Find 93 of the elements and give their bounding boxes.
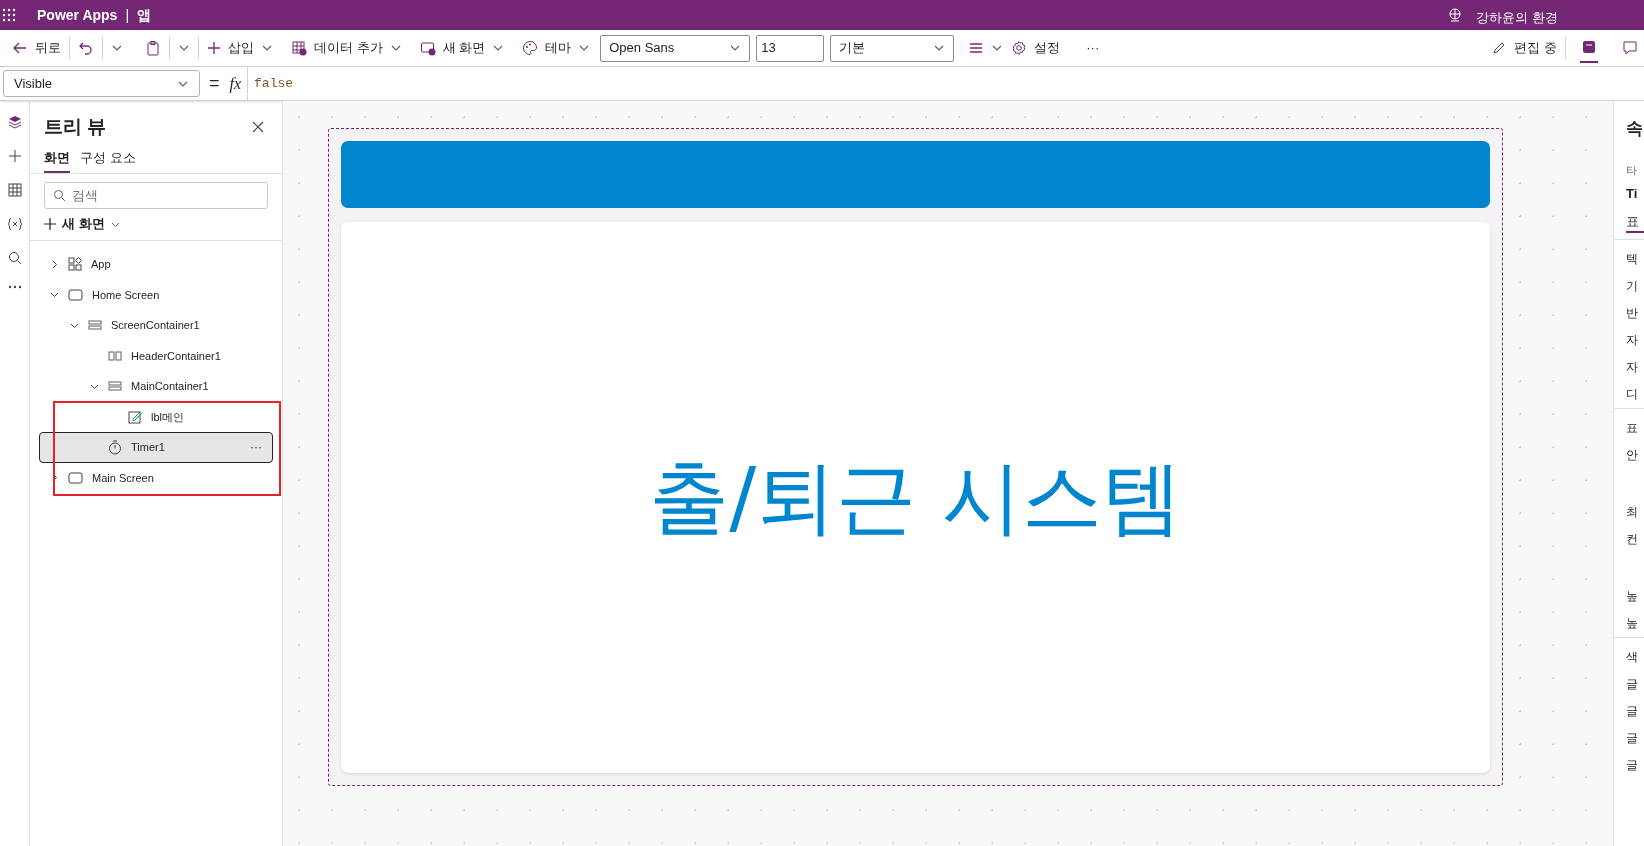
theme-button[interactable]: 테마 xyxy=(518,34,595,62)
property-label: 글 xyxy=(1626,676,1639,692)
globe-icon xyxy=(1448,8,1463,22)
panel-tab[interactable]: 화면 xyxy=(44,147,70,173)
palette-icon xyxy=(522,40,539,56)
tree-item[interactable]: lbl메인 xyxy=(39,401,273,432)
fx-label: fx xyxy=(229,73,242,95)
table-icon[interactable] xyxy=(7,183,22,197)
property-label: 색 xyxy=(1626,649,1639,665)
environment-name[interactable]: 강하윤의 환경 xyxy=(1476,8,1558,28)
item-label: ScreenContainer1 xyxy=(111,318,201,333)
plus-icon xyxy=(207,41,221,55)
property-label: 안 xyxy=(1626,447,1639,463)
back-arrow-icon xyxy=(12,40,28,56)
product-name: Power Apps xyxy=(37,5,118,25)
plus-icon[interactable] xyxy=(7,149,22,163)
more-icon[interactable] xyxy=(7,285,22,289)
app-name: 앱 xyxy=(137,5,152,25)
property-label: 기 xyxy=(1626,278,1639,294)
screen-icon xyxy=(68,288,83,301)
tree-item[interactable]: App xyxy=(39,249,273,280)
vertical-container-icon xyxy=(88,320,102,331)
new-screen-button[interactable]: 새 화면 xyxy=(44,213,268,235)
plus-icon xyxy=(44,218,56,230)
edit-label-icon xyxy=(128,409,142,424)
property-label: 자 xyxy=(1626,332,1639,348)
item-label: App xyxy=(91,257,112,272)
settings-button[interactable]: 설정 xyxy=(1007,34,1065,62)
undo-icon xyxy=(78,40,94,56)
table-icon xyxy=(291,40,307,56)
title-separator: | xyxy=(125,5,130,25)
item-label: HeaderContainer1 xyxy=(131,348,222,364)
item-label: Home Screen xyxy=(92,287,161,303)
properties-tab[interactable]: 표 xyxy=(1626,211,1644,233)
new-screen-icon xyxy=(419,40,436,56)
property-label: 컨 xyxy=(1626,531,1639,547)
property-label: 최 xyxy=(1626,504,1639,520)
property-label: 반 xyxy=(1626,305,1639,321)
tree-item[interactable]: Main Screen xyxy=(39,462,273,493)
type-label: 타 xyxy=(1626,162,1638,178)
clipboard-icon xyxy=(145,40,161,56)
item-label: MainContainer1 xyxy=(131,379,210,394)
back-button[interactable]: 뒤로 xyxy=(8,34,65,62)
panel-tab[interactable]: 구성 요소 xyxy=(80,147,136,173)
property-label: 높 xyxy=(1626,588,1639,604)
font-size-field[interactable]: 13 xyxy=(756,34,825,62)
edit-mode-button[interactable]: 편집 중 xyxy=(1487,34,1561,62)
panel-title: 속 xyxy=(1626,118,1644,140)
tree-item[interactable]: HeaderContainer1 xyxy=(39,340,273,371)
property-label: 표 xyxy=(1626,420,1639,436)
align-lines-icon xyxy=(968,40,985,56)
horizontal-container-icon xyxy=(108,350,122,361)
comment-icon[interactable] xyxy=(1622,40,1638,56)
search-icon xyxy=(53,189,66,202)
font-dropdown[interactable]: Open Sans xyxy=(600,34,751,62)
tree-item[interactable]: Home Screen xyxy=(39,279,273,310)
close-icon[interactable] xyxy=(252,121,264,134)
property-label: 텍 xyxy=(1626,251,1639,267)
insert-button[interactable]: 삽입 xyxy=(203,34,277,62)
property-label: 글 xyxy=(1626,730,1639,746)
main-title-label: 출/퇴근 시스템 xyxy=(649,449,1182,546)
app-icon xyxy=(68,257,82,272)
property-label: 높 xyxy=(1626,615,1639,631)
equals-sign: = xyxy=(209,72,220,95)
property-label: 자 xyxy=(1626,359,1639,375)
notebook-icon xyxy=(1582,40,1596,54)
type-value: Ti xyxy=(1626,185,1639,203)
add-data-button[interactable]: 데이터 추가 xyxy=(287,34,406,62)
font-weight-dropdown[interactable]: 기본 xyxy=(830,34,955,62)
item-label: Timer1 xyxy=(131,440,166,455)
screen-icon xyxy=(68,471,83,484)
panel-title: 트리 뷰 xyxy=(44,115,107,139)
item-label: lbl메인 xyxy=(151,409,185,425)
tree-item[interactable]: ScreenContainer1 xyxy=(39,310,273,341)
vertical-container-icon xyxy=(108,381,122,392)
property-label: 디 xyxy=(1626,386,1639,402)
property-label: 글 xyxy=(1626,703,1639,719)
layers-icon[interactable] xyxy=(7,115,22,129)
tree-item[interactable]: Timer1 ··· xyxy=(39,432,273,463)
app-launcher-icon[interactable] xyxy=(2,8,16,22)
more-options-button[interactable]: ··· xyxy=(250,438,262,457)
tree-item[interactable]: MainContainer1 xyxy=(39,371,273,402)
search-icon[interactable] xyxy=(7,251,22,265)
new-screen-button[interactable]: 새 화면 xyxy=(415,34,509,62)
settings-icon xyxy=(1011,40,1028,56)
formula-field[interactable]: false xyxy=(247,67,1644,100)
stopwatch-icon xyxy=(108,439,122,455)
item-label: Main Screen xyxy=(92,470,155,486)
property-dropdown[interactable]: Visible xyxy=(3,70,200,97)
search-field[interactable]: 검색 xyxy=(44,182,268,209)
property-label: 글 xyxy=(1626,757,1639,773)
more-button[interactable]: ··· xyxy=(1082,38,1104,58)
variables-icon[interactable] xyxy=(6,217,23,231)
